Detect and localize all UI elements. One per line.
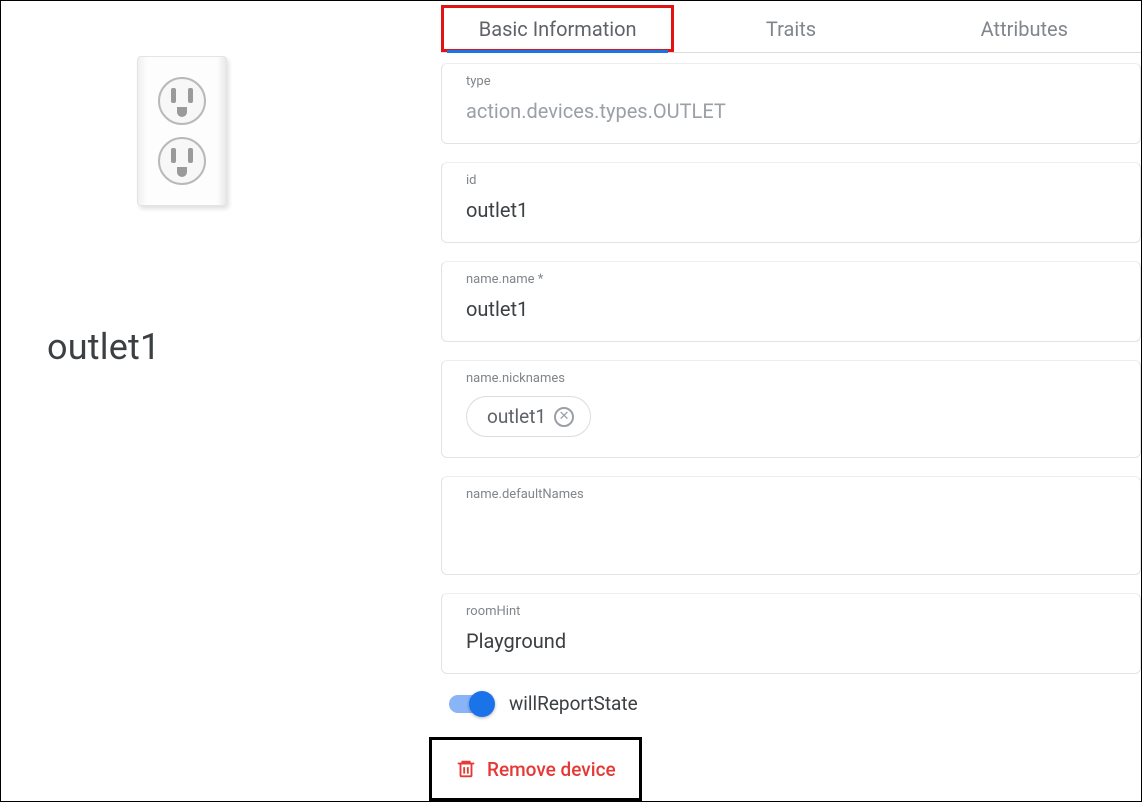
outlet-icon [137, 56, 227, 206]
field-room-hint-label: roomHint [466, 600, 1116, 629]
nickname-chip-text: outlet1 [487, 405, 546, 428]
remove-chip-icon[interactable]: ✕ [554, 407, 574, 427]
device-title: outlet1 [47, 326, 401, 368]
field-type-label: type [466, 70, 1116, 99]
app-frame: outlet1 Basic Information Traits Attribu… [0, 0, 1142, 802]
field-type-value: action.devices.types.OUTLET [466, 99, 726, 123]
room-hint-input[interactable] [466, 629, 1116, 653]
outlet-socket-bottom [158, 137, 206, 185]
basic-info-form: type action.devices.types.OUTLET id name… [441, 53, 1141, 801]
field-id[interactable]: id [441, 162, 1141, 243]
nickname-chip: outlet1 ✕ [466, 396, 591, 437]
field-room-hint[interactable]: roomHint [441, 593, 1141, 674]
field-type: type action.devices.types.OUTLET [441, 63, 1141, 144]
field-name-name-label: name.name * [466, 268, 1116, 297]
trash-icon [455, 757, 477, 781]
field-default-names[interactable]: name.defaultNames [441, 476, 1141, 575]
device-summary-panel: outlet1 [1, 1, 441, 801]
field-nicknames[interactable]: name.nicknames outlet1 ✕ [441, 360, 1141, 458]
field-id-label: id [466, 169, 1116, 198]
field-name-name[interactable]: name.name * [441, 261, 1141, 342]
name-name-input[interactable] [466, 297, 1116, 321]
outlet-socket-top [158, 77, 206, 125]
device-detail-panel: Basic Information Traits Attributes type… [441, 1, 1141, 801]
will-report-state-row: willReportState [449, 692, 1141, 715]
tab-attributes[interactable]: Attributes [908, 5, 1141, 52]
field-default-names-label: name.defaultNames [466, 483, 1116, 512]
id-input[interactable] [466, 198, 1116, 222]
default-names-input[interactable] [466, 512, 1116, 536]
tab-bar: Basic Information Traits Attributes [441, 5, 1141, 53]
tab-traits[interactable]: Traits [674, 5, 907, 52]
remove-device-label: Remove device [487, 758, 616, 781]
remove-device-button[interactable]: Remove device [429, 737, 642, 801]
field-nicknames-label: name.nicknames [466, 367, 1116, 396]
will-report-state-label: willReportState [509, 692, 638, 715]
will-report-state-toggle[interactable] [449, 695, 493, 713]
tab-basic-information[interactable]: Basic Information [441, 5, 674, 52]
